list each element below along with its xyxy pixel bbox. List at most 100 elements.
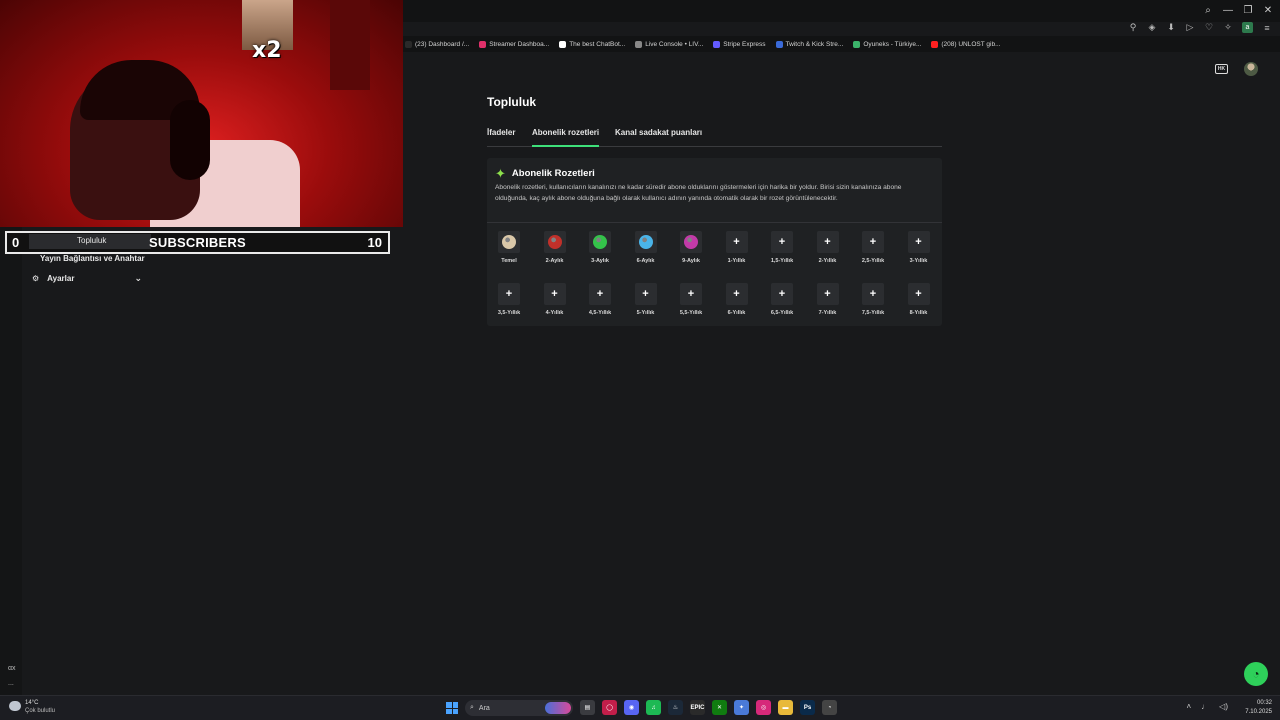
badge-slot[interactable]: +1,5-Yıllık (764, 231, 800, 264)
badge-image[interactable] (680, 231, 702, 253)
minimize-icon[interactable]: — (1222, 4, 1234, 16)
badge-label: 1-Yıllık (727, 258, 746, 264)
cloud-icon[interactable] (9, 701, 21, 711)
add-badge-button[interactable]: + (816, 283, 839, 305)
badge-slot[interactable]: 3-Aylık (582, 231, 618, 264)
downloads-icon[interactable]: ⬇ (1166, 22, 1176, 33)
badge-slot[interactable]: +4-Yıllık (537, 283, 573, 316)
badge-slot[interactable]: +1-Yıllık (719, 231, 755, 264)
chevron-up-icon[interactable]: ˄ (1187, 702, 1192, 711)
add-badge-button[interactable]: + (543, 283, 566, 305)
bookmark-item[interactable]: Stripe Express (713, 40, 766, 48)
tab-subscription-badges[interactable]: Abonelik rozetleri (532, 128, 600, 147)
badge-slot[interactable]: +5-Yıllık (628, 283, 664, 316)
badge-slot[interactable]: 6-Aylık (628, 231, 664, 264)
badge-slot[interactable]: +4,5-Yıllık (582, 283, 618, 316)
badge-slot[interactable]: +2-Yıllık (810, 231, 846, 264)
photoshop-icon[interactable]: Ps (800, 700, 815, 715)
clock[interactable]: 00:32 7.10.2025 (1245, 699, 1272, 717)
taskbar: 14°C Çok bulutlu ⌕ Ara ▤ ◯ ◉ ♫ ♨ EPIC ✕ ✦ ◎ ▬ Ps ◔ … (0, 695, 1280, 720)
bookmark-item[interactable]: (208) UNLOST gib... (931, 40, 1001, 48)
file-explorer-icon[interactable]: ▤ (580, 700, 595, 715)
heart-icon[interactable]: ♡ (1204, 22, 1214, 33)
avatar[interactable] (1244, 62, 1258, 76)
maximize-icon[interactable]: ❐ (1242, 4, 1254, 16)
menu-icon[interactable]: ≡ (1262, 23, 1272, 33)
badge-slot[interactable]: +3-Yıllık (901, 231, 937, 264)
spotify-icon[interactable]: ♫ (646, 700, 661, 715)
copilot-icon[interactable]: ✦ (734, 700, 749, 715)
microphone-icon[interactable]: ♩ (1201, 702, 1209, 711)
badge-icon (684, 235, 698, 249)
sidebar-item-settings[interactable]: ⚙ Ayarlar ⌄ (32, 273, 142, 284)
badge-slot[interactable]: +8-Yıllık (901, 283, 937, 316)
extension-bar: ⚲ ◈ ⬇ ▷ ♡ ✧ a ≡ (1128, 22, 1272, 33)
add-badge-button[interactable]: + (589, 283, 611, 305)
chrome-icon[interactable]: ◔ (822, 700, 837, 715)
badge-image[interactable] (589, 231, 611, 253)
bookmark-item[interactable]: Twitch & Kick Stre... (775, 40, 843, 48)
volume-icon[interactable]: ◁) (1219, 702, 1228, 711)
bookmark-item[interactable]: Streamer Dashboa... (479, 40, 549, 48)
shield-icon[interactable]: ◈ (1147, 22, 1157, 33)
add-badge-button[interactable]: + (816, 231, 839, 253)
badge-slot[interactable]: Temel (491, 231, 527, 264)
support-chat-button[interactable]: ◔ (1244, 662, 1268, 686)
add-badge-button[interactable]: + (680, 283, 702, 305)
badge-slot[interactable]: 2-Aylık (537, 231, 573, 264)
tab-channel-points[interactable]: Kanal sadakat puanları (615, 128, 702, 147)
extensions-icon[interactable]: ✧ (1223, 22, 1233, 33)
discord-icon[interactable]: ◉ (624, 700, 639, 715)
xbox-icon[interactable]: ✕ (712, 700, 727, 715)
badge-slot[interactable]: +6,5-Yıllık (764, 283, 800, 316)
folder-icon[interactable]: ▬ (778, 700, 793, 715)
close-icon[interactable]: ✕ (1262, 4, 1274, 16)
badge-image[interactable] (498, 231, 520, 253)
badge-slot[interactable]: +6-Yıllık (719, 283, 755, 316)
badge-slot[interactable]: 9-Aylık (673, 231, 709, 264)
sparkle-icon: ✦ (495, 166, 506, 181)
sidebar-item-stream-key[interactable]: Yayın Bağlantısı ve Anahtar (40, 254, 145, 263)
sidebar-more-label[interactable]: ... (8, 680, 14, 687)
plus-icon: + (869, 236, 877, 248)
add-badge-button[interactable]: + (725, 283, 748, 305)
add-badge-button[interactable]: + (907, 231, 930, 253)
card-title: Abonelik Rozetleri (511, 168, 595, 179)
badge-slot[interactable]: +7-Yıllık (810, 283, 846, 316)
steam-icon[interactable]: ♨ (668, 700, 683, 715)
badge-image[interactable] (634, 231, 657, 253)
bookmark-item[interactable]: (23) Dashboard /... (405, 40, 469, 48)
tab-emotes[interactable]: İfadeler (487, 128, 515, 147)
search-placeholder: Ara (478, 704, 490, 712)
add-badge-button[interactable]: + (771, 283, 793, 305)
badge-slot[interactable]: +2,5-Yıllık (855, 231, 891, 264)
start-button[interactable] (446, 702, 458, 714)
instagram-icon[interactable]: ◎ (756, 700, 771, 715)
badge-slot[interactable]: +7,5-Yıllık (855, 283, 891, 316)
badge-slot[interactable]: +3,5-Yıllık (491, 283, 527, 316)
bookmark-item[interactable]: The best ChatBot... (559, 40, 625, 48)
play-icon[interactable]: ▷ (1185, 22, 1195, 33)
pin-icon[interactable]: ⚲ (1128, 22, 1138, 33)
search-icon[interactable]: ⌕ (1202, 4, 1214, 16)
add-badge-button[interactable]: + (907, 283, 930, 305)
add-badge-button[interactable]: + (862, 283, 884, 305)
epic-games-icon[interactable]: EPIC (690, 700, 705, 715)
add-badge-button[interactable]: + (771, 231, 793, 253)
opera-gx-icon[interactable]: ◯ (602, 700, 617, 715)
hotkeys-icon[interactable]: HK (1215, 64, 1228, 74)
badge-image[interactable] (543, 231, 566, 253)
taskbar-search[interactable]: ⌕ Ara (465, 700, 573, 716)
add-badge-button[interactable]: + (498, 283, 520, 305)
bookmark-item[interactable]: Live Console • LIV... (635, 40, 703, 48)
bookmark-item[interactable]: Oyuneks - Türkiye... (853, 40, 921, 48)
plus-icon: + (551, 288, 558, 300)
badge-label: 4-Yıllık (545, 310, 564, 316)
sidebar-item-community[interactable]: Topluluk (29, 234, 151, 249)
add-badge-button[interactable]: + (634, 283, 657, 305)
account-icon[interactable]: a (1242, 22, 1253, 33)
system-tray: ˄ ♩ ◁) (1187, 702, 1229, 711)
badge-slot[interactable]: +5,5-Yıllık (673, 283, 709, 316)
add-badge-button[interactable]: + (725, 231, 748, 253)
add-badge-button[interactable]: + (862, 231, 884, 253)
